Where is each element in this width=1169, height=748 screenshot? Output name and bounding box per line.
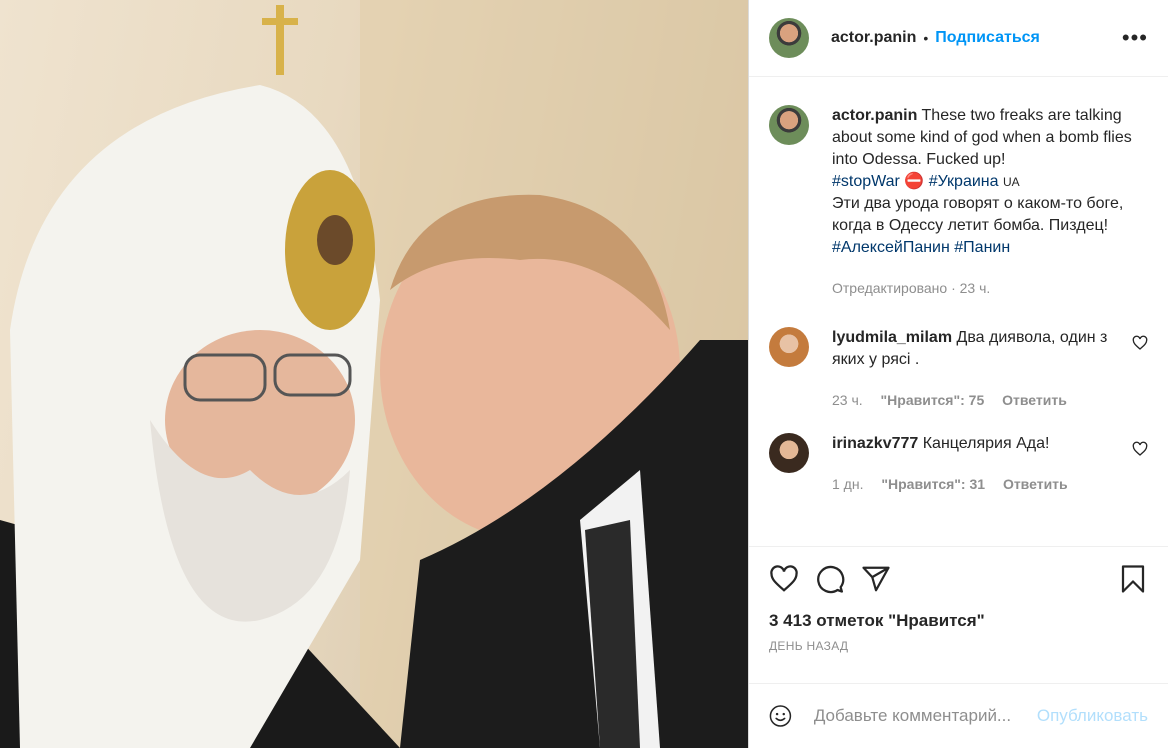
flag-ua: UA <box>1002 175 1020 189</box>
comment-text: Канцелярия Ада! <box>922 435 1050 452</box>
comment-composer: Опубликовать <box>749 683 1168 748</box>
caption-username[interactable]: actor.panin <box>832 107 917 124</box>
author-avatar[interactable] <box>769 105 809 145</box>
comment-username[interactable]: irinazkv777 <box>832 435 918 452</box>
comment-reply-button[interactable]: Ответить <box>1002 392 1067 408</box>
post-date: ДЕНЬ НАЗАД <box>769 639 849 653</box>
comment-like-heart-icon[interactable] <box>1132 335 1148 351</box>
comment-reply-button[interactable]: Ответить <box>1003 476 1068 492</box>
comments-list[interactable]: actor.panin These two freaks are talking… <box>749 77 1168 547</box>
hashtag-panin[interactable]: #Панин <box>954 239 1010 256</box>
post-sidebar: actor.panin • Подписаться ••• actor.pani… <box>748 0 1168 748</box>
commenter-avatar[interactable] <box>769 327 809 367</box>
author-avatar[interactable] <box>769 18 809 58</box>
caption-text-ru: Эти два урода говорят о каком-то боге, к… <box>832 195 1124 234</box>
likes-count[interactable]: 3 413 отметок "Нравится" <box>749 611 1168 631</box>
publish-button[interactable]: Опубликовать <box>1037 706 1148 726</box>
hashtag-panin-full[interactable]: #АлексейПанин <box>832 239 950 256</box>
comment-time: 1 дн. <box>832 476 864 492</box>
heart-icon[interactable] <box>769 564 799 594</box>
follow-button[interactable]: Подписаться <box>935 29 1040 47</box>
comment-likes[interactable]: "Нравится": 31 <box>881 476 985 492</box>
comment-input[interactable] <box>811 705 1037 727</box>
more-icon[interactable]: ••• <box>1122 27 1148 49</box>
commenter-avatar[interactable] <box>769 433 809 473</box>
bookmark-icon[interactable] <box>1118 564 1148 594</box>
comment-like-heart-icon[interactable] <box>1132 441 1148 457</box>
post-photo[interactable] <box>0 0 748 748</box>
caption: actor.panin These two freaks are talking… <box>769 105 1148 299</box>
comment-item: irinazkv777 Канцелярия Ада! 1 дн. "Нрави… <box>769 433 1148 495</box>
photo-illustration <box>0 0 748 748</box>
comment-item: lyudmila_milam Два диявола, один з яких … <box>769 327 1148 411</box>
hashtag-ukraine[interactable]: #Украина <box>929 173 999 190</box>
post-header: actor.panin • Подписаться ••• <box>749 0 1168 77</box>
comment-icon[interactable] <box>815 564 845 594</box>
edited-meta: Отредактировано · 23 ч. <box>832 280 991 296</box>
emoji-icon[interactable] <box>769 701 792 731</box>
comment-username[interactable]: lyudmila_milam <box>832 329 952 346</box>
hashtag-stopwar[interactable]: #stopWar <box>832 173 900 190</box>
separator-dot: • <box>923 30 929 46</box>
stop-emoji: ⛔ <box>904 173 925 190</box>
post-actions <box>749 547 1168 611</box>
author-username[interactable]: actor.panin <box>831 29 916 47</box>
comment-likes[interactable]: "Нравится": 75 <box>881 392 985 408</box>
comment-time: 23 ч. <box>832 392 863 408</box>
share-icon[interactable] <box>861 564 891 594</box>
